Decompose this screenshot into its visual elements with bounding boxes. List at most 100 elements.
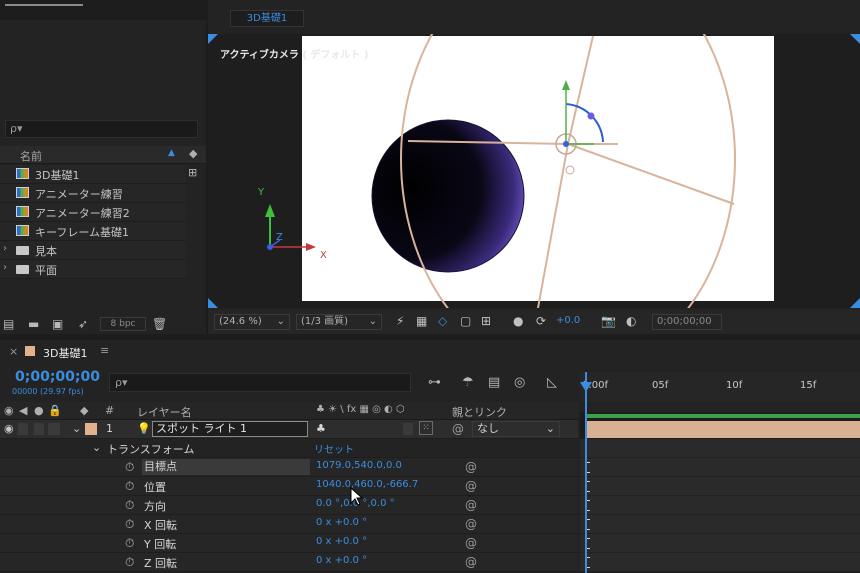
parent-dropdown[interactable]: なし ⌄ — [472, 421, 560, 437]
chevron-down-icon[interactable]: ⌄ — [72, 422, 81, 435]
shy-switch-icon[interactable]: ♣ — [316, 422, 326, 435]
show-snapshot-icon[interactable]: ◐ — [626, 314, 636, 328]
current-time-display[interactable]: 0;00;00;00 — [15, 369, 100, 385]
transform-group-row[interactable]: ⌄ トランスフォーム リセット — [0, 439, 578, 458]
stopwatch-icon[interactable]: ⏱ — [125, 536, 134, 551]
shy-layers-icon[interactable]: ☂ — [462, 375, 474, 390]
work-area-bar[interactable] — [587, 414, 860, 418]
lock-icon[interactable]: 🔒 — [48, 404, 62, 417]
property-row-point-of-interest[interactable]: ⏱ 目標点 1079.0,540.0,0.0 @ — [0, 458, 578, 477]
project-item-animator[interactable]: アニメーター練習 — [0, 184, 186, 203]
expression-pick-whip-icon[interactable]: @ — [465, 498, 477, 512]
chevron-right-icon[interactable]: › — [3, 262, 7, 273]
sort-ascending-icon[interactable]: ▲ — [168, 148, 175, 158]
frame-blending-icon[interactable]: ▤ — [488, 375, 500, 390]
camera-snapshot-icon[interactable]: 📷 — [601, 314, 616, 328]
flowchart-icon[interactable]: ⊞ — [188, 166, 197, 179]
project-folder-mihon[interactable]: › 見本 — [0, 241, 186, 260]
project-folder-heimen[interactable]: › 平面 — [0, 260, 186, 279]
expression-pick-whip-icon[interactable]: @ — [465, 479, 477, 493]
expression-pick-whip-icon[interactable]: @ — [465, 460, 477, 474]
audio-icon[interactable]: ◀ — [19, 404, 27, 417]
property-row-y-rotation[interactable]: ⏱ Y 回転 0 x +0.0 ° @ — [0, 534, 578, 553]
property-value[interactable]: 0 x +0.0 ° — [316, 517, 367, 528]
timeline-tab[interactable]: × 3D基礎1 ≡ — [0, 340, 860, 364]
property-value[interactable]: 0 x +0.0 ° — [316, 555, 367, 566]
chevron-down-icon[interactable]: ⌄ — [92, 441, 101, 454]
resolution-dropdown[interactable]: (1/3 画質) ⌄ — [296, 314, 382, 330]
transparency-grid-icon[interactable]: ▦ — [416, 314, 427, 328]
timeline-track-area[interactable]: 0:00f 05f 10f 15f — [580, 372, 860, 573]
switch-toggle[interactable] — [403, 423, 413, 435]
column-switches[interactable]: ♣ ☀ \ fx ▦ ◎ ◐ ⬡ — [316, 404, 405, 415]
3d-layer-icon[interactable]: ⁙ — [419, 421, 433, 435]
mask-visibility-icon[interactable]: ◇ — [438, 314, 447, 328]
region-of-interest-icon[interactable]: ▢ — [460, 314, 471, 328]
column-name-label[interactable]: 名前 — [20, 148, 42, 164]
stopwatch-icon[interactable]: ⏱ — [125, 498, 134, 513]
layer-row-spotlight[interactable]: ◉ ⌄ 1 💡 スポット ライト 1 ♣ ⁙ @ なし ⌄ — [0, 420, 578, 439]
property-value[interactable]: 1040.0,460.0,-666.7 — [316, 479, 418, 490]
eye-icon[interactable]: ◉ — [4, 404, 14, 417]
project-item-3d-kiso1[interactable]: 3D基礎1 — [0, 165, 186, 184]
tag-icon[interactable]: ◆ — [189, 147, 197, 160]
fast-preview-icon[interactable]: ⚡ — [396, 314, 404, 328]
new-composition-icon[interactable]: ▣ — [52, 317, 63, 331]
color-channel-icon[interactable]: ● — [513, 314, 523, 328]
panel-menu-icon[interactable]: ≡ — [100, 344, 109, 357]
reset-exposure-icon[interactable]: ⟳ — [536, 314, 546, 328]
bit-depth-button[interactable]: 8 bpc — [100, 317, 146, 331]
playhead-handle[interactable] — [580, 382, 592, 394]
new-folder-icon[interactable]: ▬ — [28, 317, 39, 331]
layer-name-field[interactable]: スポット ライト 1 — [152, 421, 308, 437]
stopwatch-icon[interactable]: ⏱ — [125, 555, 134, 570]
property-row-orientation[interactable]: ⏱ 方向 0.0 °,0.0 °,0.0 ° @ — [0, 496, 578, 515]
close-icon[interactable]: × — [9, 345, 18, 358]
timeline-tab-label[interactable]: 3D基礎1 — [43, 345, 87, 361]
playhead-line[interactable] — [585, 372, 587, 573]
trash-icon[interactable]: 🗑 — [152, 317, 167, 331]
expression-pick-whip-icon[interactable]: @ — [465, 536, 477, 550]
audio-toggle[interactable] — [18, 423, 28, 435]
interpret-footage-icon[interactable]: ▤ — [3, 317, 14, 331]
label-tag-icon[interactable]: ◆ — [80, 404, 88, 417]
rocket-icon[interactable]: ➶ — [78, 317, 88, 331]
timeline-search-input[interactable]: ρ▾ — [109, 373, 411, 392]
eye-icon[interactable]: ◉ — [4, 422, 14, 435]
exposure-value[interactable]: +0.0 — [556, 315, 580, 326]
stopwatch-icon[interactable]: ⏱ — [125, 517, 134, 532]
project-item-animator2[interactable]: アニメーター練習2 — [0, 203, 186, 222]
comp-timecode-field[interactable]: 0;00;00;00 — [652, 314, 722, 330]
time-ruler[interactable]: 0:00f 05f 10f 15f — [580, 372, 860, 402]
layer-duration-bar[interactable] — [587, 421, 860, 438]
grid-guide-icon[interactable]: ⊞ — [481, 314, 491, 328]
composition-viewport[interactable]: アクティブカメラ ( デフォルト ) Y Z X — [208, 34, 860, 308]
lock-toggle[interactable] — [48, 423, 60, 435]
solo-icon[interactable]: ● — [34, 404, 44, 417]
work-area-strip[interactable] — [580, 402, 860, 412]
pick-whip-icon[interactable]: @ — [452, 422, 464, 436]
expression-pick-whip-icon[interactable]: @ — [465, 517, 477, 531]
column-parent-link[interactable]: 親とリンク — [452, 404, 507, 420]
comp-mini-flowchart-icon[interactable]: ⊶ — [428, 375, 441, 390]
project-column-header[interactable]: 名前 ▲ ◆ — [0, 146, 206, 164]
column-layer-name[interactable]: レイヤー名 — [137, 404, 192, 420]
transform-reset-link[interactable]: リセット — [314, 441, 354, 456]
project-item-keyframe[interactable]: キーフレーム基礎1 — [0, 222, 186, 241]
layer-label-color[interactable] — [85, 423, 97, 435]
solo-toggle[interactable] — [34, 423, 44, 435]
expression-pick-whip-icon[interactable]: @ — [465, 555, 477, 569]
stopwatch-icon[interactable]: ⏱ — [125, 479, 134, 494]
graph-editor-icon[interactable]: ◺ — [547, 375, 557, 390]
chevron-right-icon[interactable]: › — [3, 243, 7, 254]
property-row-x-rotation[interactable]: ⏱ X 回転 0 x +0.0 ° @ — [0, 515, 578, 534]
property-row-z-rotation[interactable]: ⏱ Z 回転 0 x +0.0 ° @ — [0, 553, 578, 572]
zoom-dropdown[interactable]: (24.6 %) ⌄ — [214, 314, 290, 330]
project-search-input[interactable]: ρ▾ — [5, 120, 198, 138]
tab-composition[interactable]: 3D基礎1 — [230, 10, 304, 27]
property-value[interactable]: 0 x +0.0 ° — [316, 536, 367, 547]
motion-blur-icon[interactable]: ◎ — [514, 375, 525, 390]
viewport-canvas[interactable] — [208, 34, 860, 308]
property-value[interactable]: 1079.0,540.0,0.0 — [316, 460, 402, 471]
stopwatch-icon[interactable]: ⏱ — [125, 460, 134, 475]
